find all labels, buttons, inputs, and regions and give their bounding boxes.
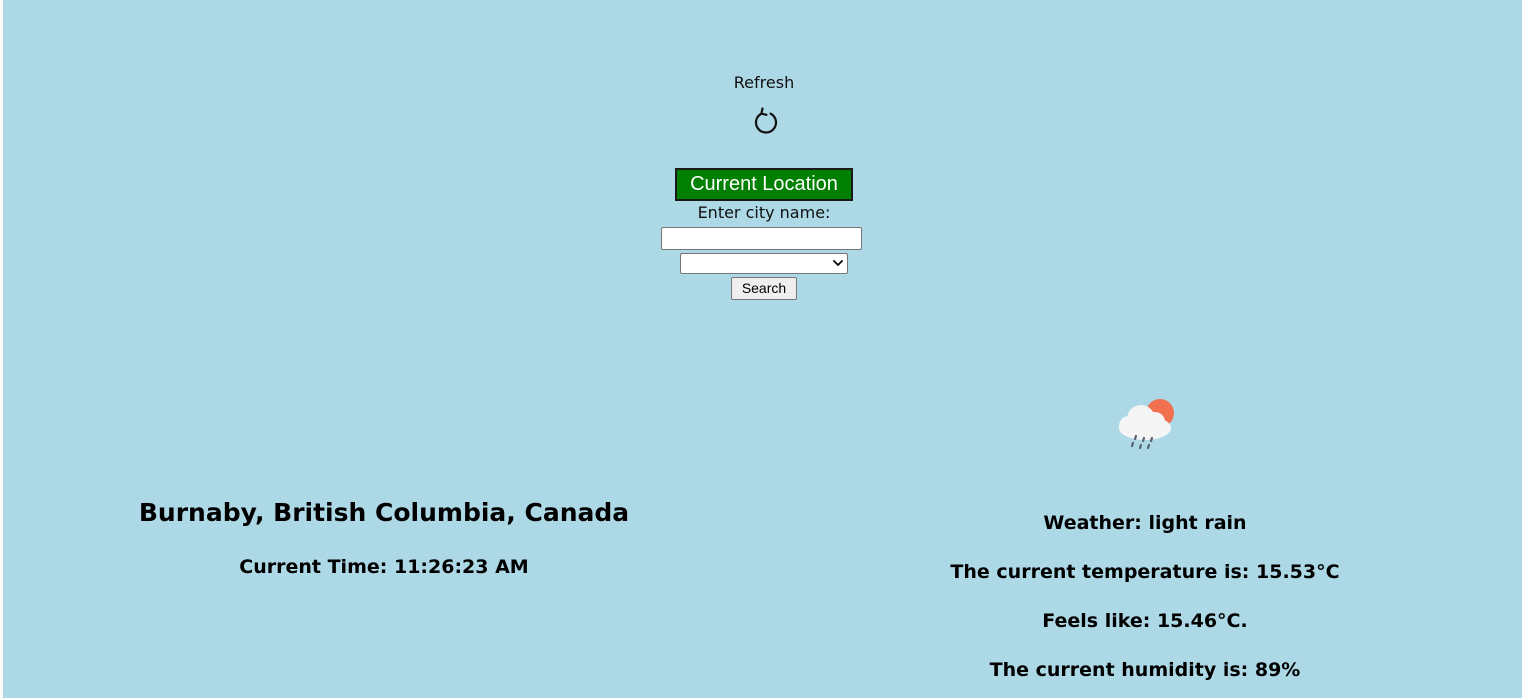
country-select[interactable] [680,253,848,274]
location-name: Burnaby, British Columbia, Canada [138,498,630,527]
light-rain-icon [1111,394,1177,460]
current-humidity: The current humidity is: 89% [989,659,1301,681]
city-name-input[interactable] [661,227,862,250]
current-temperature: The current temperature is: 15.53°C [950,561,1340,583]
chevron-down-icon [833,260,843,266]
city-name-label: Enter city name: [697,203,831,222]
feels-like-temperature: Feels like: 15.46°C. [1042,610,1248,632]
weather-app-page: Refresh Current Location Enter city name… [3,0,1522,698]
search-button[interactable]: Search [731,277,797,300]
refresh-icon[interactable] [748,104,784,140]
weather-description: Weather: light rain [1043,512,1247,534]
refresh-label: Refresh [733,73,795,92]
current-location-button[interactable]: Current Location [675,168,853,201]
current-time: Current Time: 11:26:23 AM [239,556,529,578]
